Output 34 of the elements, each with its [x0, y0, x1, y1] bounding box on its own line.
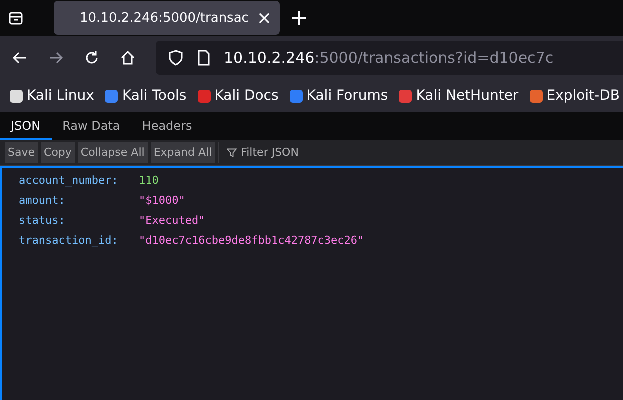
json-key: amount:	[19, 194, 139, 206]
address-bar[interactable]: 10.10.2.246:5000/transactions?id=d10ec7c	[156, 41, 623, 75]
bookmark-link[interactable]: Kali Docs	[198, 88, 279, 104]
bookmark-link[interactable]: Exploit-DB	[530, 88, 620, 104]
bookmark-link[interactable]: Kali Forums	[290, 88, 388, 104]
reload-icon[interactable]	[84, 50, 100, 66]
viewer-tab[interactable]: Headers	[131, 114, 204, 140]
json-value: 110	[139, 174, 159, 186]
filter-icon	[227, 148, 238, 158]
shield-icon	[168, 50, 184, 66]
viewer-tab[interactable]: Raw Data	[52, 114, 132, 140]
toolbar-button[interactable]: Expand All	[150, 142, 216, 163]
browser-tab[interactable]: 10.10.2.246:5000/transac ×	[54, 1, 280, 35]
toolbar-button[interactable]: Copy	[41, 142, 75, 163]
bookmark-link[interactable]: Kali Linux	[10, 88, 94, 104]
tab-list-icon[interactable]	[8, 10, 24, 26]
bookmark-link[interactable]: Kali Tools	[105, 88, 187, 104]
forward-icon[interactable]	[48, 50, 64, 66]
json-value: "Executed"	[139, 214, 206, 226]
json-key: account_number:	[19, 174, 139, 186]
toolbar-button[interactable]: Save	[5, 142, 38, 163]
json-key: transaction_id:	[19, 234, 139, 246]
json-value: "d10ec7c16cbe9de8fbb1c42787c3ec26"	[139, 234, 364, 246]
json-key: status:	[19, 214, 139, 226]
close-icon[interactable]: ×	[256, 8, 272, 28]
new-tab-icon[interactable]: +	[290, 6, 308, 30]
page-icon	[196, 50, 212, 66]
bookmark-link[interactable]: Kali NetHunter	[399, 88, 519, 104]
home-icon[interactable]	[120, 50, 136, 66]
json-value: "$1000"	[139, 194, 186, 206]
url-text: 10.10.2.246:5000/transactions?id=d10ec7c	[224, 49, 554, 67]
filter-field[interactable]: Filter JSON	[218, 142, 299, 163]
toolbar-button[interactable]: Collapse All	[78, 142, 148, 163]
back-icon[interactable]	[12, 50, 28, 66]
